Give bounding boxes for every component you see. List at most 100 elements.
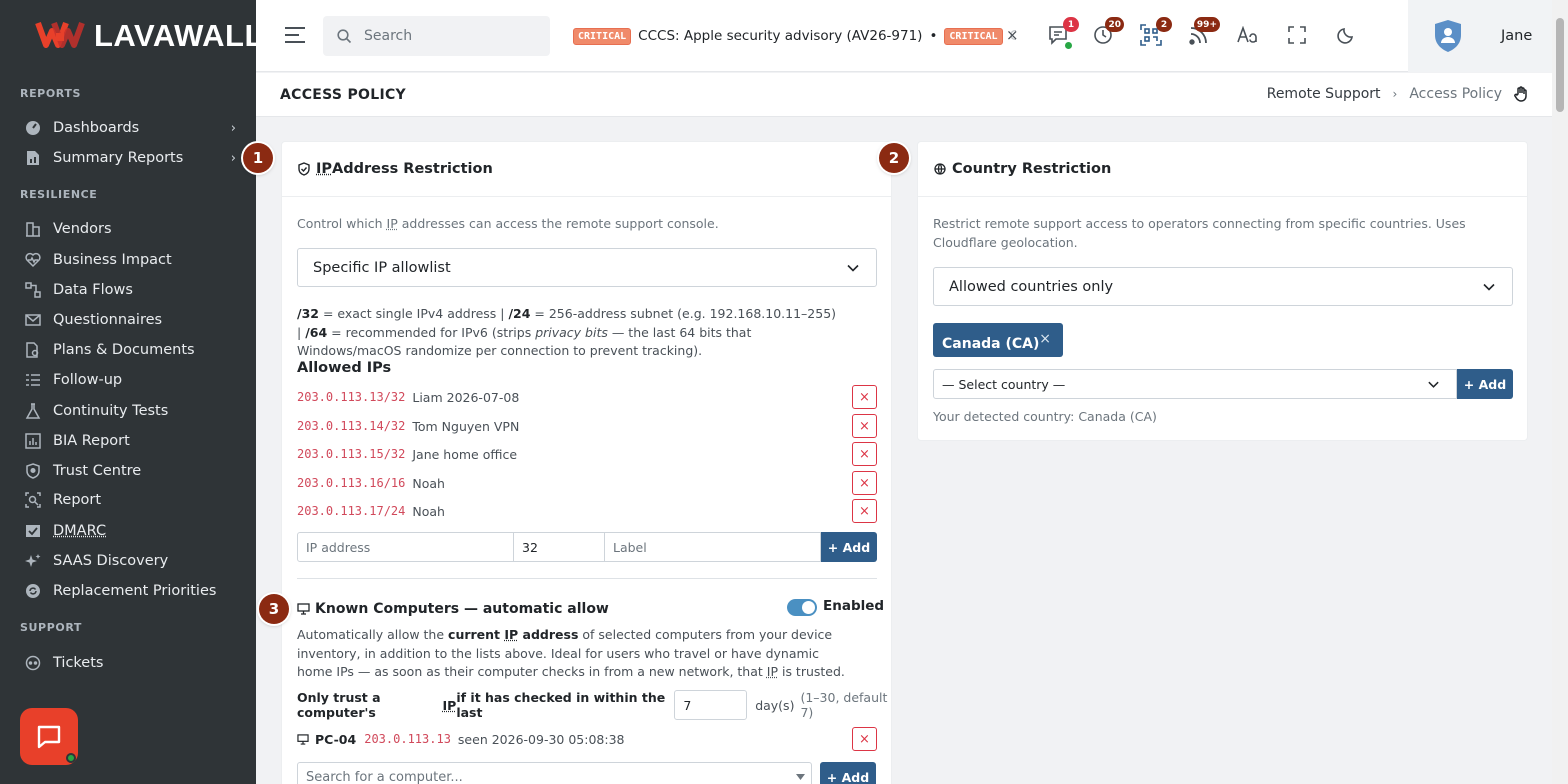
headset-icon xyxy=(24,654,42,672)
known-computers-toggle[interactable] xyxy=(787,599,817,616)
chevron-down-icon xyxy=(1482,280,1496,294)
critical-badge: CRITICAL xyxy=(573,28,631,45)
ip-label-input[interactable]: Label xyxy=(605,532,821,562)
sidebar-item-bia-report[interactable]: BIA Report xyxy=(24,428,240,454)
sidebar-item-questionnaires[interactable]: Questionnaires xyxy=(24,307,240,333)
advisory-ticker[interactable]: CRITICAL CCCS: Apple security advisory (… xyxy=(566,24,1016,48)
sidebar-item-continuity-tests[interactable]: Continuity Tests xyxy=(24,398,240,424)
user-menu[interactable]: Jane xyxy=(1408,0,1552,72)
breadcrumb: Remote Support › Access Policy xyxy=(1267,86,1528,102)
text-size-icon xyxy=(1237,26,1259,44)
page-title: ACCESS POLICY xyxy=(280,87,406,103)
shield-check-icon xyxy=(298,162,310,176)
chevron-down-icon xyxy=(846,261,860,275)
shield-star-icon xyxy=(24,462,42,480)
list-check-icon xyxy=(24,371,42,389)
menu-toggle-icon[interactable] xyxy=(284,26,306,44)
nav-section-support: SUPPORT xyxy=(20,621,82,634)
step-marker-1: 1 xyxy=(243,143,273,173)
building-icon xyxy=(24,220,42,238)
computer-search-input[interactable]: Search for a computer... xyxy=(297,762,812,784)
sidebar-item-summary-reports[interactable]: Summary Reports › xyxy=(24,145,240,171)
sidebar-item-business-impact[interactable]: Business Impact xyxy=(24,247,240,273)
country-restriction-card: Country Restriction Restrict remote supp… xyxy=(917,141,1528,441)
add-country-button[interactable]: + Add xyxy=(1457,369,1513,399)
dark-mode-button[interactable] xyxy=(1333,22,1359,48)
sidebar-item-dashboards[interactable]: Dashboards › xyxy=(24,115,240,141)
breadcrumb-remote-support[interactable]: Remote Support xyxy=(1267,86,1381,102)
search-icon xyxy=(337,29,352,44)
timer-button[interactable]: 20 xyxy=(1090,22,1116,48)
add-ip-button[interactable]: + Add xyxy=(821,532,877,562)
remove-ip-button[interactable]: × xyxy=(852,414,877,438)
known-computers-heading: Known Computers — automatic allow xyxy=(297,601,609,617)
ip-restriction-card: IP Address Restriction Control which IP … xyxy=(281,141,892,784)
page-scrollbar[interactable] xyxy=(1552,0,1568,784)
messages-button[interactable]: 1 xyxy=(1045,22,1071,48)
known-computers-description: Automatically allow the current IP addre… xyxy=(297,626,857,682)
remove-ip-button[interactable]: × xyxy=(852,385,877,409)
caret-down-icon xyxy=(796,774,805,780)
ticker-text: CCCS: Apple security advisory (AV26-971) xyxy=(638,28,922,44)
country-select[interactable]: — Select country — xyxy=(933,369,1457,399)
sidebar-item-follow-up[interactable]: Follow-up xyxy=(24,367,240,393)
trust-window-row: Only trust a computer's IP if it has che… xyxy=(297,690,891,720)
ticker-close-button[interactable]: × xyxy=(1006,26,1019,44)
critical-badge: CRITICAL xyxy=(944,28,1002,45)
chevron-down-icon xyxy=(1427,378,1440,391)
sidebar-item-dmarc[interactable]: DMARC xyxy=(24,518,240,544)
qr-button[interactable]: 2 xyxy=(1138,22,1164,48)
feed-count-badge: 99+ xyxy=(1194,17,1220,32)
add-computer-button[interactable]: + Add xyxy=(820,762,876,784)
sidebar-item-saas-discovery[interactable]: SAAS Discovery xyxy=(24,548,240,574)
country-restriction-description: Restrict remote support access to operat… xyxy=(933,214,1493,252)
country-mode-select[interactable]: Allowed countries only xyxy=(933,267,1513,306)
ip-mode-select[interactable]: Specific IP allowlist xyxy=(297,248,877,287)
globe-icon xyxy=(934,163,946,175)
nav-section-reports: REPORTS xyxy=(20,87,81,100)
sidebar: LAVAWALL® REPORTS Dashboards › Summary R… xyxy=(0,0,256,784)
remove-country-icon[interactable]: × xyxy=(1039,331,1051,347)
ticker-bullet: • xyxy=(929,28,937,44)
step-marker-3: 3 xyxy=(259,594,289,624)
fullscreen-button[interactable] xyxy=(1284,22,1310,48)
allowed-ips-heading: Allowed IPs xyxy=(297,360,391,376)
font-size-button[interactable] xyxy=(1235,22,1261,48)
section-divider xyxy=(297,578,877,579)
hand-icon[interactable] xyxy=(1514,86,1528,102)
feed-button[interactable]: 99+ xyxy=(1186,22,1212,48)
sidebar-item-report[interactable]: Report xyxy=(24,487,240,513)
global-search-input[interactable]: Search xyxy=(323,16,550,56)
flask-icon xyxy=(24,402,42,420)
sidebar-item-trust-centre[interactable]: Trust Centre xyxy=(24,458,240,484)
document-search-icon xyxy=(24,341,42,359)
scrollbar-thumb[interactable] xyxy=(1556,18,1564,112)
trust-days-input[interactable]: 7 xyxy=(674,690,747,720)
add-ip-form: IP address 32 Label + Add xyxy=(297,532,877,562)
report-icon xyxy=(24,149,42,167)
online-dot xyxy=(1065,42,1072,49)
sidebar-item-replacement-priorities[interactable]: Replacement Priorities xyxy=(24,578,240,604)
sidebar-item-tickets[interactable]: Tickets xyxy=(24,650,240,676)
remove-computer-button[interactable]: × xyxy=(852,727,877,751)
monitor-icon xyxy=(297,734,309,745)
sparkles-icon xyxy=(24,552,42,570)
remove-ip-button[interactable]: × xyxy=(852,471,877,495)
brand-logo[interactable]: LAVAWALL® xyxy=(32,18,256,54)
ip-address-input[interactable]: IP address xyxy=(297,532,514,562)
sidebar-item-plans-documents[interactable]: Plans & Documents xyxy=(24,337,240,363)
sidebar-item-vendors[interactable]: Vendors xyxy=(24,216,240,242)
sidebar-item-data-flows[interactable]: Data Flows xyxy=(24,277,240,303)
remove-ip-button[interactable]: × xyxy=(852,499,877,523)
allowed-ip-row: 203.0.113.15/32 Jane home office × xyxy=(297,442,877,466)
country-restriction-header: Country Restriction xyxy=(918,142,1527,197)
heart-pulse-icon xyxy=(24,251,42,269)
lavawall-logo-icon xyxy=(32,19,86,53)
prefix-length-input[interactable]: 32 xyxy=(514,532,605,562)
ip-restriction-title: Address Restriction xyxy=(332,161,493,177)
chat-launcher-button[interactable] xyxy=(20,708,78,765)
remove-ip-button[interactable]: × xyxy=(852,442,877,466)
mail-check-icon xyxy=(24,522,42,540)
add-country-form: — Select country — + Add xyxy=(933,369,1513,399)
chart-box-icon xyxy=(24,432,42,450)
